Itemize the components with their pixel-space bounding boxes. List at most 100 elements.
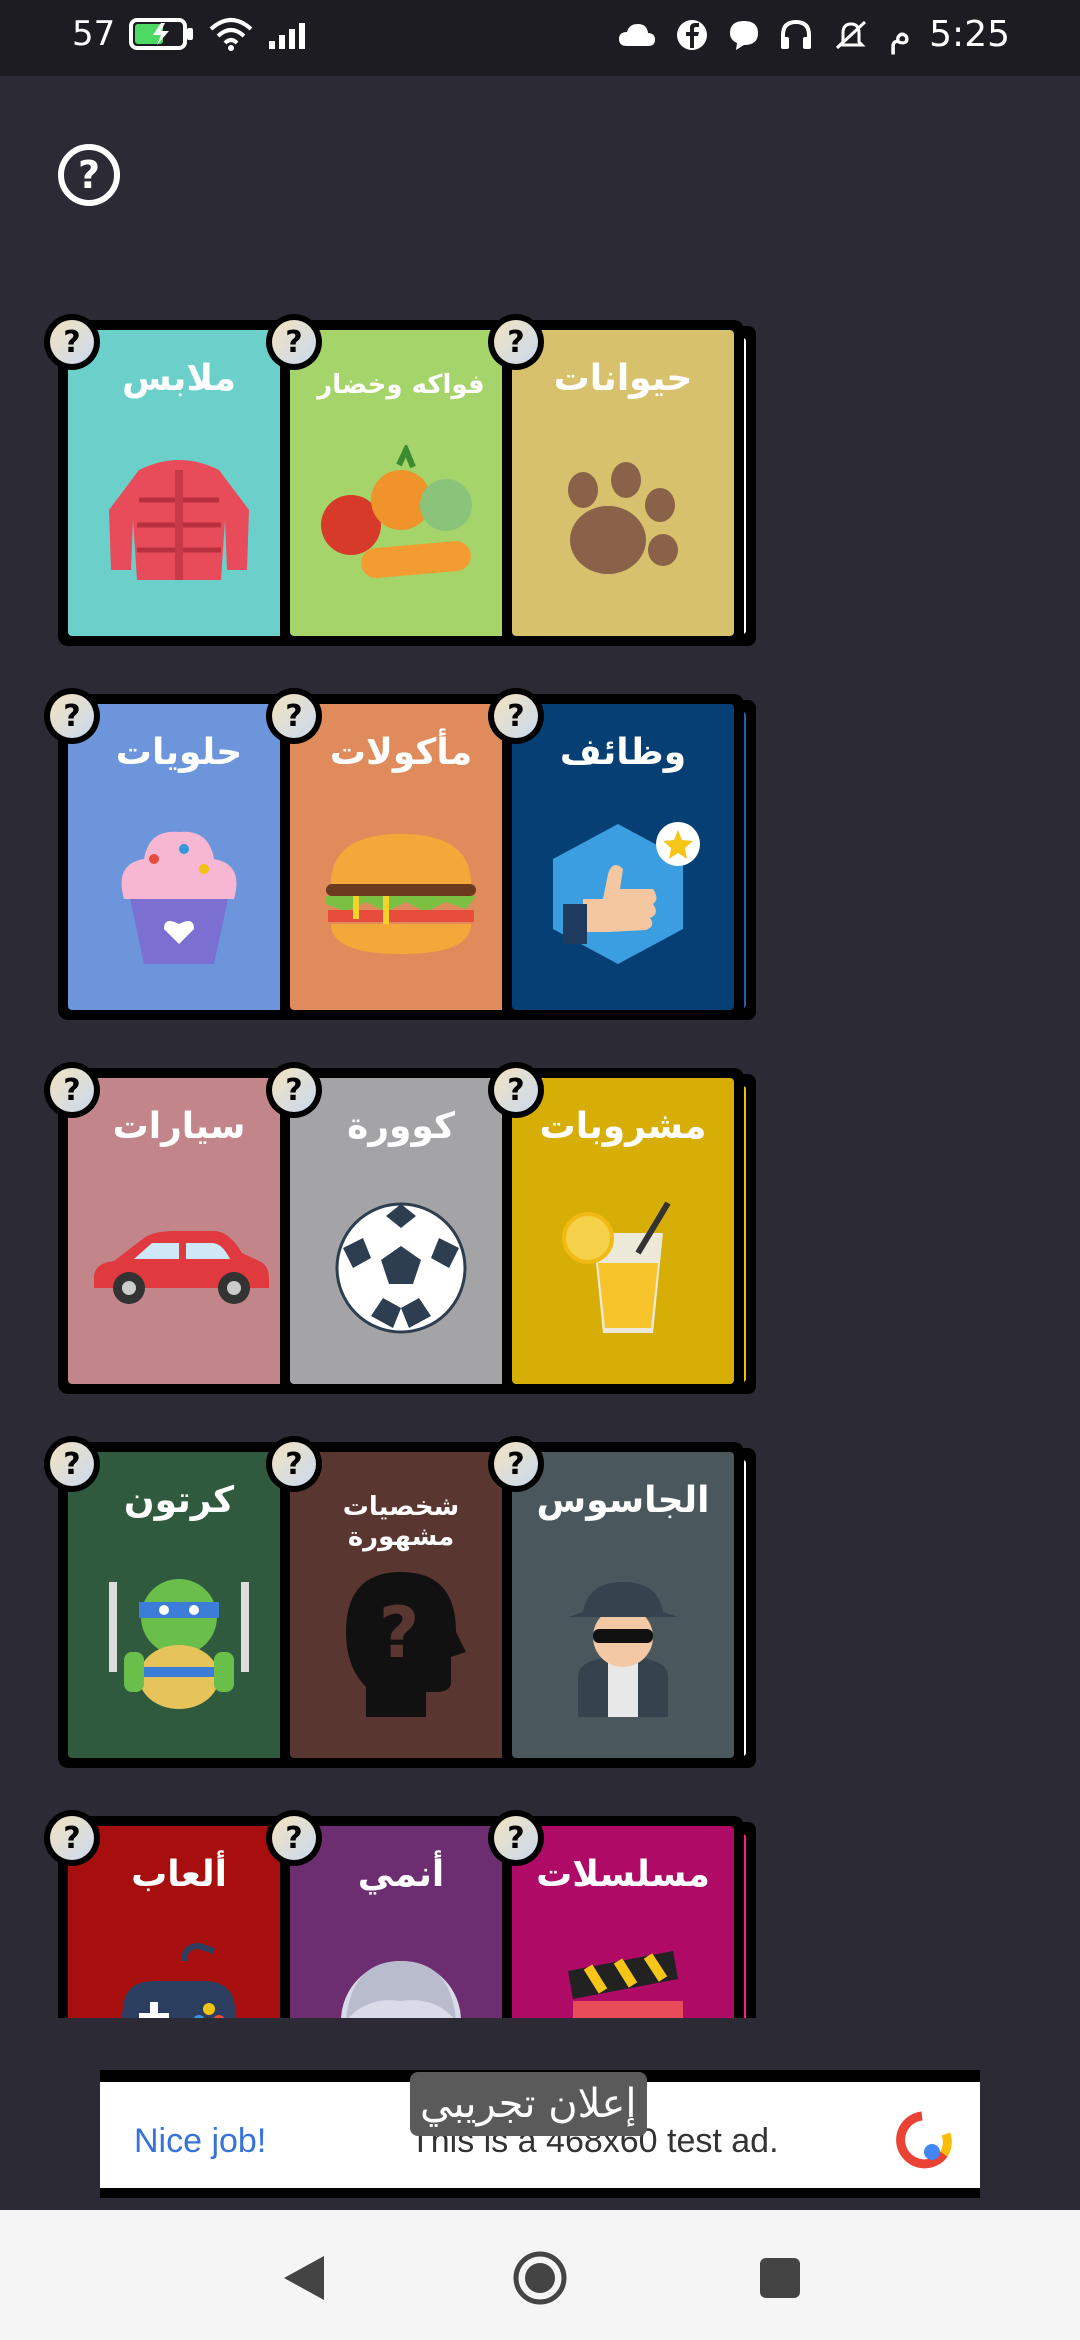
card-face: حيوانات [512, 330, 734, 636]
card-help-badge[interactable]: ? [488, 1436, 544, 1492]
category-card[interactable]: كوورة? [266, 1062, 534, 1398]
question-icon: ? [494, 1816, 538, 1860]
card-help-badge[interactable]: ? [44, 1810, 100, 1866]
card-help-badge[interactable]: ? [488, 1062, 544, 1118]
category-grid: ملابس? فواكه وخضار? حيوانات? حلويات? مأكولات… [0, 300, 1080, 2018]
headset-icon [779, 18, 813, 52]
category-card[interactable]: حيوانات? [488, 314, 756, 650]
question-icon: ? [50, 694, 94, 738]
card-help-badge[interactable]: ? [44, 688, 100, 744]
card-face: الجاسوس [512, 1452, 734, 1758]
home-icon[interactable] [512, 2250, 568, 2306]
category-card[interactable]: مأكولات? [266, 688, 534, 1024]
card-help-badge[interactable]: ? [266, 688, 322, 744]
category-card[interactable]: حلويات? [44, 688, 312, 1024]
card-face: مأكولات [290, 704, 512, 1010]
card-help-badge[interactable]: ? [44, 1436, 100, 1492]
card-help-badge[interactable]: ? [266, 1062, 322, 1118]
cupcake-icon [68, 804, 290, 984]
question-icon: ? [77, 153, 101, 197]
question-icon: ? [50, 1816, 94, 1860]
question-icon: ? [494, 320, 538, 364]
thumbs-up-icon [512, 804, 734, 984]
category-label: حلويات [115, 732, 243, 773]
head-question-icon: ? [290, 1552, 512, 1732]
battery-icon [129, 17, 195, 51]
card-help-badge[interactable]: ? [266, 1436, 322, 1492]
card-front: الجاسوس [502, 1442, 744, 1768]
category-card[interactable]: الجاسوس? [488, 1436, 756, 1772]
category-label: حيوانات [553, 358, 693, 399]
card-face: مشروبات [512, 1078, 734, 1384]
help-button[interactable]: ? [58, 144, 120, 206]
category-label: مأكولات [329, 732, 473, 773]
battery-level: 57 [72, 14, 116, 54]
clapperboard-icon [512, 1926, 734, 2018]
gamepad-icon [68, 1926, 290, 2018]
status-time: 5:25 [929, 14, 1010, 55]
spy-icon [512, 1552, 734, 1732]
category-label: شخصيات مشهورة [342, 1492, 460, 1552]
card-face: وظائف [512, 704, 734, 1010]
status-right: م 5:25 [617, 14, 1010, 55]
svg-text:?: ? [379, 1592, 420, 1674]
category-card[interactable]: فواكه وخضار? [266, 314, 534, 650]
category-card[interactable]: مشروبات? [488, 1062, 756, 1398]
card-front: وظائف [502, 694, 744, 1020]
question-icon: ? [272, 1816, 316, 1860]
category-card[interactable]: شخصيات مشهورة?? [266, 1436, 534, 1772]
status-left: 57 [72, 14, 313, 54]
category-label: مشروبات [539, 1106, 707, 1147]
card-face: ملابس [68, 330, 290, 636]
category-card[interactable]: مسلسلات? [488, 1810, 756, 2018]
recents-icon[interactable] [752, 2250, 808, 2306]
card-front: حلويات [58, 694, 300, 1020]
cloud-icon [617, 20, 657, 50]
category-label: فواكه وخضار [317, 370, 485, 400]
card-front: مشروبات [502, 1068, 744, 1394]
jacket-icon [68, 430, 290, 610]
card-face: فواكه وخضار [290, 330, 512, 636]
football-icon [290, 1178, 512, 1358]
category-label: الجاسوس [536, 1480, 710, 1521]
card-face: ألعاب [68, 1826, 290, 2018]
juice-icon [512, 1178, 734, 1358]
ad-headline[interactable]: Nice job! [134, 2122, 266, 2161]
category-card[interactable]: سيارات? [44, 1062, 312, 1398]
category-label: ألعاب [131, 1854, 227, 1895]
card-front: حيوانات [502, 320, 744, 646]
card-help-badge[interactable]: ? [266, 1810, 322, 1866]
card-front: كوورة [280, 1068, 522, 1394]
ad-logo-icon[interactable] [892, 2110, 952, 2170]
card-help-badge[interactable]: ? [44, 314, 100, 370]
card-face: كوورة [290, 1078, 512, 1384]
car-icon [68, 1178, 290, 1358]
category-card[interactable]: وظائف? [488, 688, 756, 1024]
card-help-badge[interactable]: ? [488, 688, 544, 744]
category-card[interactable]: كرتون? [44, 1436, 312, 1772]
card-face: حلويات [68, 704, 290, 1010]
category-card[interactable]: ملابس? [44, 314, 312, 650]
category-label: كرتون [123, 1480, 235, 1521]
question-icon: ? [272, 1442, 316, 1486]
question-icon: ? [50, 1068, 94, 1112]
card-help-badge[interactable]: ? [488, 1810, 544, 1866]
status-period: م [888, 14, 912, 55]
navigation-bar [0, 2210, 1080, 2340]
vegetables-icon [290, 430, 512, 610]
category-label: مسلسلات [536, 1854, 710, 1895]
category-label: سيارات [112, 1106, 246, 1147]
question-icon: ? [494, 1068, 538, 1112]
category-label: ملابس [121, 358, 237, 399]
signal-icon [267, 17, 313, 51]
card-help-badge[interactable]: ? [44, 1062, 100, 1118]
anime-icon [290, 1926, 512, 2018]
card-help-badge[interactable]: ? [488, 314, 544, 370]
card-help-badge[interactable]: ? [266, 314, 322, 370]
card-front: فواكه وخضار [280, 320, 522, 646]
question-icon: ? [272, 1068, 316, 1112]
card-face: كرتون [68, 1452, 290, 1758]
back-icon[interactable] [276, 2250, 332, 2306]
card-front: شخصيات مشهورة? [280, 1442, 522, 1768]
question-icon: ? [272, 694, 316, 738]
